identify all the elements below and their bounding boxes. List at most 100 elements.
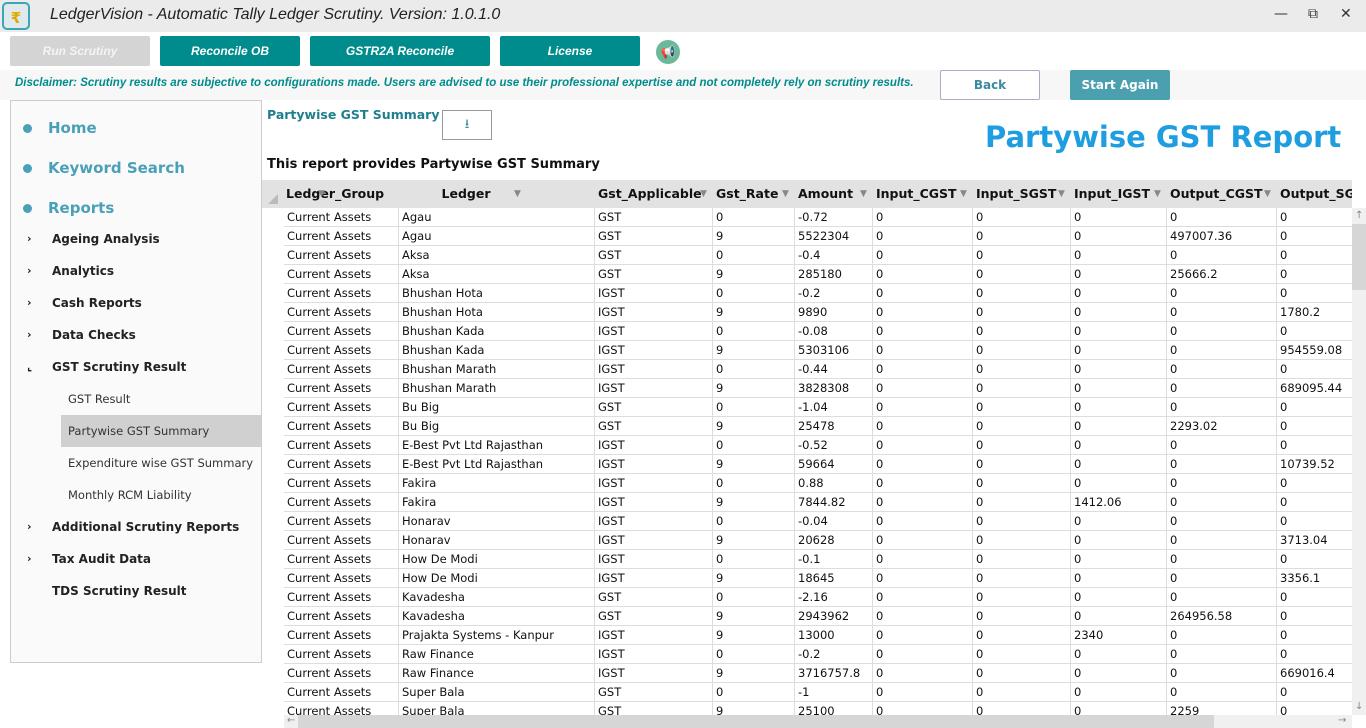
scroll-down-icon[interactable]: ↓ (1355, 701, 1363, 712)
table-row[interactable]: Current Assets Agau GST 9 5522304 0 0 0 497007.3… (284, 227, 1352, 246)
filter-icon[interactable]: ▼ (1154, 180, 1161, 208)
sidebar-subitem-partywise-gst-summary[interactable]: Partywise GST Summary (61, 415, 261, 447)
table-row[interactable]: Current Assets Fakira IGST 9 7844.82 0 0 1412.0… (284, 493, 1352, 512)
download-button[interactable]: ⭳ (442, 110, 492, 140)
filter-icon[interactable]: ▼ (318, 180, 325, 208)
column-header-gst_applicable[interactable]: Gst_Applicable (598, 180, 702, 208)
table-row[interactable]: Current Assets Bu Big GST 0 -1.04 0 0 0 0 0 (284, 398, 1352, 417)
page-title: Partywise GST Report (985, 120, 1342, 154)
license-button[interactable]: License (500, 36, 640, 66)
table-row[interactable]: Current Assets Super Bala GST 9 25100 0 0 0 2259… (284, 702, 1352, 715)
table-cell: 0 (1166, 531, 1276, 550)
filter-icon[interactable]: ▼ (1058, 180, 1065, 208)
table-row[interactable]: Current Assets Honarav IGST 0 -0.04 0 0 0 0 0 (284, 512, 1352, 531)
table-row[interactable]: Current Assets Bhushan Marath IGST 9 3828308… (284, 379, 1352, 398)
table-row[interactable]: Current Assets Bu Big GST 9 25478 0 0 0 2293.02 0 (284, 417, 1352, 436)
back-button[interactable]: Back (940, 70, 1040, 100)
table-row[interactable]: Current Assets Prajakta Systems - Kanpur I… (284, 626, 1352, 645)
table-cell: Current Assets (287, 229, 372, 243)
table-cell: 0 (1070, 341, 1166, 360)
table-row[interactable]: Current Assets Kavadesha GST 0 -2.16 0 0 0 0 0 (284, 588, 1352, 607)
megaphone-icon[interactable]: 📢 (656, 40, 680, 64)
table-cell: Current Assets (287, 210, 372, 224)
start-again-button[interactable]: Start Again (1070, 70, 1170, 100)
scroll-thumb[interactable] (298, 715, 1214, 728)
scroll-right-icon[interactable]: → (1338, 715, 1346, 726)
table-row[interactable]: Current Assets Bhushan Hota IGST 0 -0.2 0 0 0 0 0 (284, 284, 1352, 303)
column-header-gst_rate[interactable]: Gst_Rate (716, 180, 778, 208)
column-header-input_sgst[interactable]: Input_SGST (976, 180, 1056, 208)
table-cell: Raw Finance (398, 645, 594, 664)
table-cell: 0 (1166, 683, 1276, 702)
table-row[interactable]: Current Assets Bhushan Hota IGST 9 9890 0 0 0 0 1… (284, 303, 1352, 322)
table-cell: 0 (1070, 550, 1166, 569)
scroll-left-icon[interactable]: ← (287, 715, 295, 726)
column-header-input_igst[interactable]: Input_IGST (1074, 180, 1150, 208)
table-cell: Agau (398, 208, 594, 227)
sidebar-item-keyword-search[interactable]: Keyword Search (23, 159, 185, 177)
restore-button[interactable]: ⧉ (1308, 6, 1318, 22)
horizontal-scrollbar[interactable]: ← → (284, 715, 1352, 728)
table-cell: Super Bala (398, 683, 594, 702)
table-row[interactable]: Current Assets Bhushan Kada IGST 9 5303106 0 0… (284, 341, 1352, 360)
table-row[interactable]: Current Assets Kavadesha GST 9 2943962 0 0 0 264… (284, 607, 1352, 626)
table-cell: 25100 (794, 702, 872, 715)
minimize-button[interactable]: — (1274, 6, 1288, 22)
sidebar-subitem-expenditure-wise-gst-summary[interactable]: Expenditure wise GST Summary (61, 447, 261, 479)
sidebar-subitem-gst-result[interactable]: GST Result (61, 383, 261, 415)
table-cell: Current Assets (287, 495, 372, 509)
scroll-thumb[interactable] (1352, 224, 1366, 290)
table-row[interactable]: Current Assets How De Modi IGST 9 18645 0 0 0 0 3… (284, 569, 1352, 588)
table-row[interactable]: Current Assets Fakira IGST 0 0.88 0 0 0 0 0 (284, 474, 1352, 493)
table-cell: 13000 (794, 626, 872, 645)
table-row[interactable]: Current Assets Raw Finance IGST 9 3716757.8 0… (284, 664, 1352, 683)
table-row[interactable]: Current Assets How De Modi IGST 0 -0.1 0 0 0 0 0 (284, 550, 1352, 569)
table-cell: 0 (972, 626, 1070, 645)
table-cell: 0 (1070, 702, 1166, 715)
table-row[interactable]: Current Assets Bhushan Marath IGST 0 -0.44 0 0… (284, 360, 1352, 379)
column-header-output_cgst[interactable]: Output_CGST (1170, 180, 1263, 208)
table-row[interactable]: Current Assets E-Best Pvt Ltd Rajasthan IG… (284, 436, 1352, 455)
table-cell: Honarav (398, 531, 594, 550)
table-row[interactable]: Current Assets Honarav IGST 9 20628 0 0 0 0 3713.… (284, 531, 1352, 550)
table-cell: 0 (1070, 417, 1166, 436)
filter-icon[interactable]: ▼ (514, 180, 521, 208)
table-row[interactable]: Current Assets Raw Finance IGST 0 -0.2 0 0 0 0 0 (284, 645, 1352, 664)
close-button[interactable]: ✕ (1340, 6, 1352, 22)
table-row[interactable]: Current Assets E-Best Pvt Ltd Rajasthan IG… (284, 455, 1352, 474)
column-header-output_sgst[interactable]: Output_SGST (1280, 180, 1352, 208)
column-header-amount[interactable]: Amount (798, 180, 853, 208)
table-row[interactable]: Current Assets Aksa GST 9 285180 0 0 0 25666.2 0 (284, 265, 1352, 284)
column-header-ledger_group[interactable]: Ledger_Group (286, 180, 384, 208)
table-cell: E-Best Pvt Ltd Rajasthan (398, 436, 594, 455)
table-cell: 0 (872, 531, 972, 550)
gstr2a-reconcile-button[interactable]: GSTR2A Reconcile (310, 36, 490, 66)
vertical-scrollbar[interactable]: ↑ ↓ (1352, 208, 1366, 715)
table-row[interactable]: Current Assets Super Bala GST 0 -1 0 0 0 0 0 (284, 683, 1352, 702)
sidebar-item-reports[interactable]: Reports (23, 199, 114, 217)
chevron-icon: › (27, 232, 32, 245)
table-cell: 2340 (1070, 626, 1166, 645)
filter-icon[interactable]: ▼ (960, 180, 967, 208)
table-cell: Kavadesha (398, 607, 594, 626)
run-scrutiny-button[interactable]: Run Scrutiny (10, 36, 150, 66)
table-cell: 0 (712, 550, 794, 569)
sidebar-subitem-monthly-rcm-liability[interactable]: Monthly RCM Liability (61, 479, 261, 511)
scroll-up-icon[interactable]: ↑ (1355, 210, 1363, 221)
filter-icon[interactable]: ▼ (782, 180, 789, 208)
sidebar-item-home[interactable]: Home (23, 119, 97, 137)
filter-icon[interactable]: ▼ (700, 180, 707, 208)
column-header-input_cgst[interactable]: Input_CGST (876, 180, 957, 208)
filter-icon[interactable]: ▼ (860, 180, 867, 208)
table-row[interactable]: Current Assets Agau GST 0 -0.72 0 0 0 0 0 (284, 208, 1352, 227)
table-cell: 0 (972, 607, 1070, 626)
table-cell: 0 (1276, 208, 1352, 227)
table-row[interactable]: Current Assets Aksa GST 0 -0.4 0 0 0 0 0 (284, 246, 1352, 265)
table-row[interactable]: Current Assets Bhushan Kada IGST 0 -0.08 0 0 0 0… (284, 322, 1352, 341)
select-all-corner[interactable] (268, 194, 278, 204)
table-cell: IGST (594, 550, 712, 569)
filter-icon[interactable]: ▼ (1264, 180, 1271, 208)
reconcile-ob-button[interactable]: Reconcile OB (160, 36, 300, 66)
table-cell: 0 (972, 417, 1070, 436)
table-cell: 7844.82 (794, 493, 872, 512)
